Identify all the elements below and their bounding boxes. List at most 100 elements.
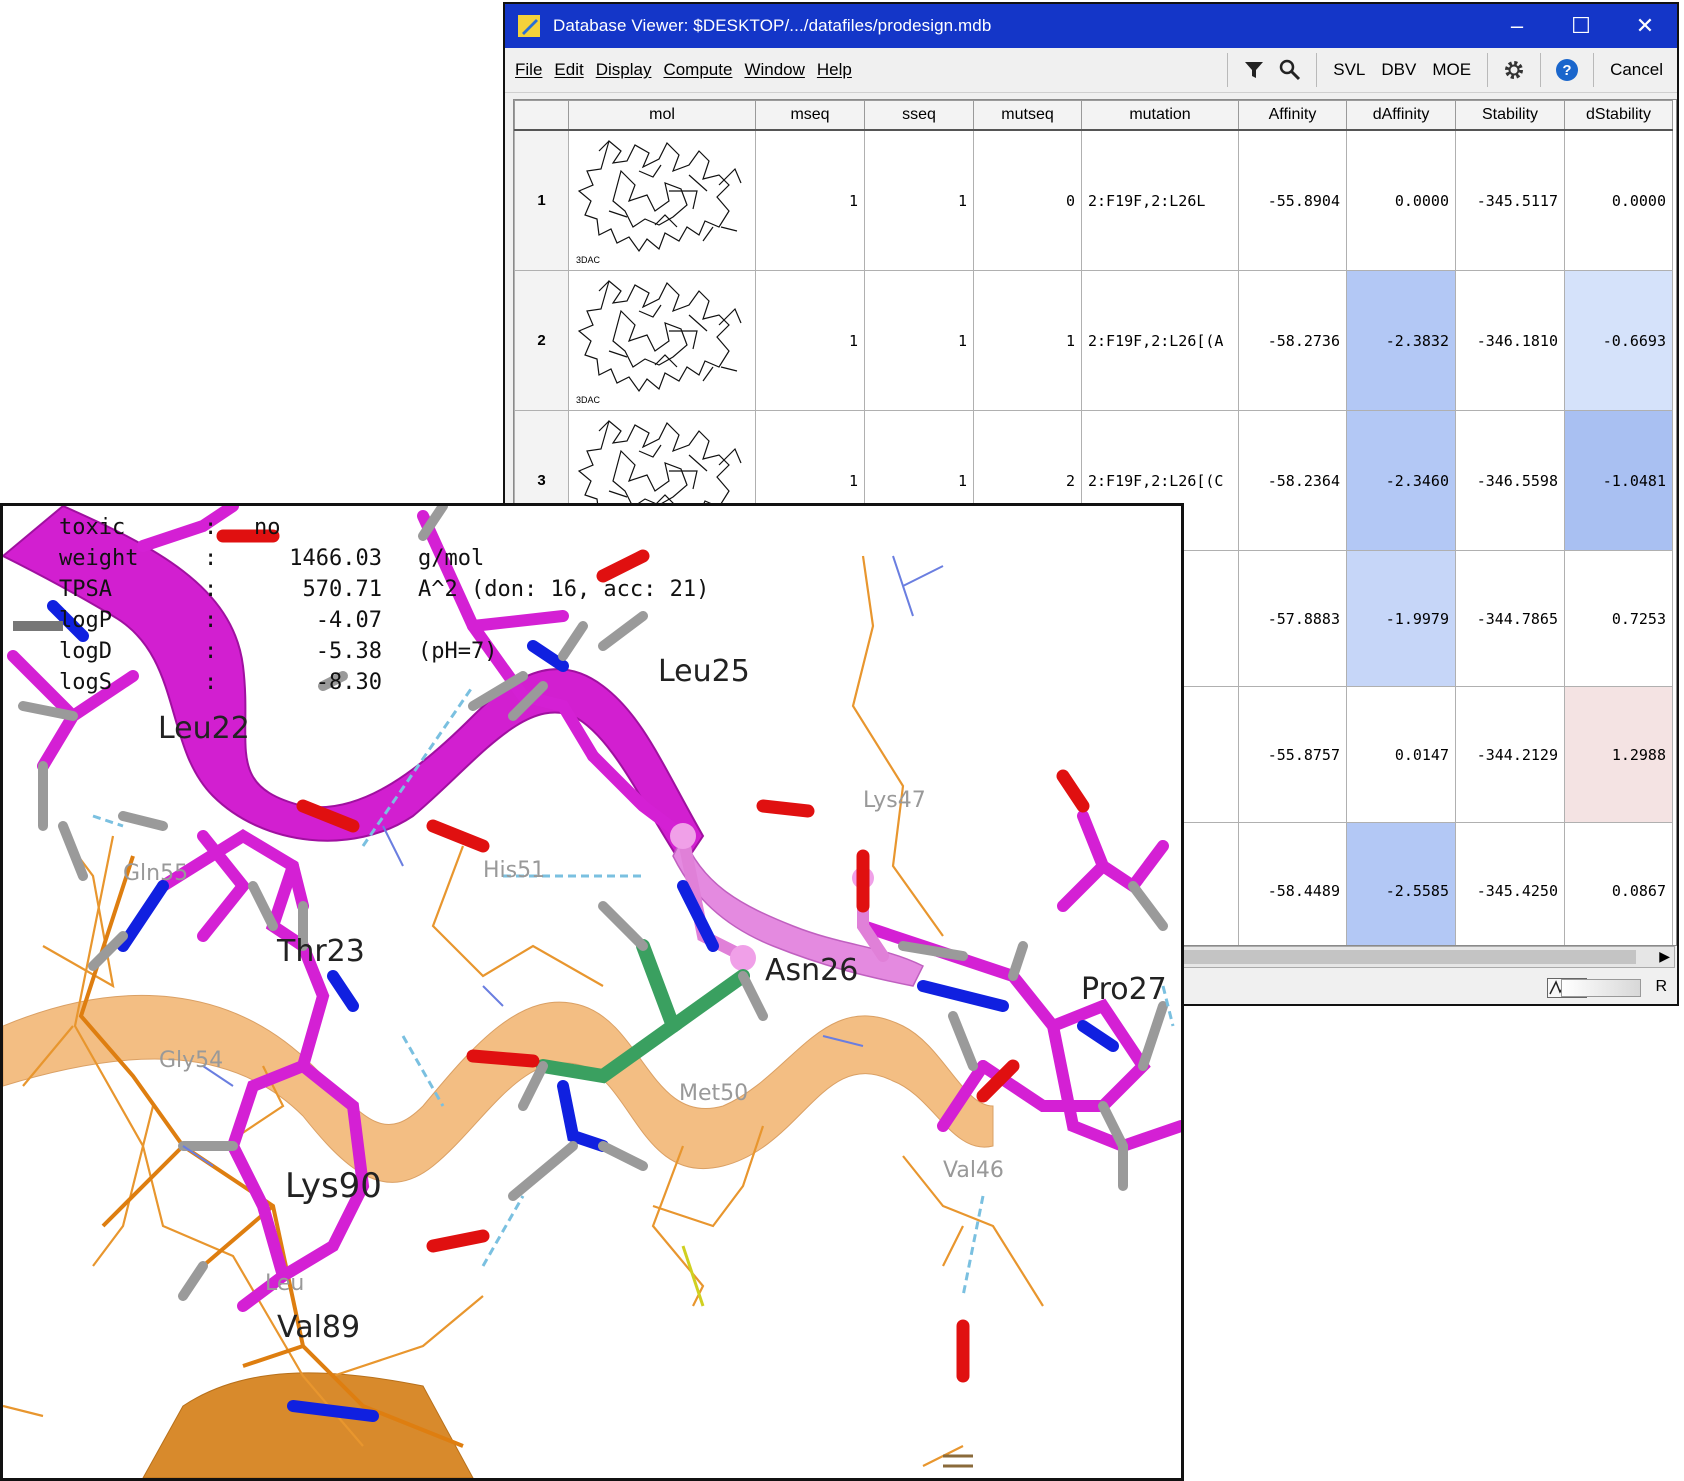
property-key: logP — [59, 608, 112, 633]
sulfur-stick — [681, 1245, 705, 1307]
cell-dstability[interactable]: -0.6693 — [1564, 270, 1673, 411]
column-header-mutseq[interactable]: mutseq — [973, 100, 1082, 131]
toolbar-separator — [1316, 53, 1318, 87]
property-unit: A^2 (don: 16, acc: 21) — [418, 577, 710, 602]
cell-mutseq[interactable]: 1 — [973, 270, 1082, 411]
cell-stability[interactable]: -344.2129 — [1455, 686, 1565, 823]
cell-affinity[interactable]: -57.8883 — [1238, 550, 1347, 687]
cell-dstability[interactable]: 1.2988 — [1564, 686, 1673, 823]
cell-stability[interactable]: -345.4250 — [1455, 822, 1565, 945]
property-row: logP: -4.07 — [59, 605, 709, 636]
property-key: toxic — [59, 515, 126, 540]
column-header-mutation[interactable]: mutation — [1081, 100, 1239, 131]
cell-dstability[interactable]: 0.0867 — [1564, 822, 1673, 945]
toolbar-separator — [1593, 53, 1595, 87]
cancel-button[interactable]: Cancel — [1610, 60, 1663, 80]
menu-window[interactable]: Window — [744, 60, 804, 80]
dbv-button[interactable]: DBV — [1381, 60, 1416, 80]
row-number[interactable]: 2 — [514, 270, 569, 411]
property-unit: (pH=7) — [418, 639, 498, 664]
cell-sseq[interactable]: 1 — [864, 270, 974, 411]
svl-button[interactable]: SVL — [1333, 60, 1365, 80]
property-row: TPSA: 570.71 A^2 (don: 16, acc: 21) — [59, 574, 709, 605]
help-icon[interactable]: ? — [1554, 57, 1580, 83]
search-icon[interactable] — [1277, 57, 1303, 83]
cell-mseq[interactable]: 1 — [755, 129, 865, 271]
property-key: logD — [59, 639, 112, 664]
maximize-button[interactable]: ☐ — [1549, 4, 1613, 48]
cell-daffinity[interactable]: -2.3832 — [1346, 270, 1456, 411]
mol-cell[interactable]: 3DAC — [568, 270, 756, 411]
cell-daffinity[interactable]: -2.5585 — [1346, 822, 1456, 945]
column-header-mol[interactable]: mol — [568, 100, 756, 131]
filter-icon[interactable] — [1241, 57, 1267, 83]
column-header-stability[interactable]: Stability — [1455, 100, 1565, 131]
column-header-affinity[interactable]: Affinity — [1238, 100, 1347, 131]
column-header-rownum[interactable] — [514, 100, 569, 131]
property-row: weight: 1466.03 g/mol — [59, 543, 709, 574]
cell-daffinity[interactable]: -1.9979 — [1346, 550, 1456, 687]
residue-label-lys90: Lys90 — [285, 1166, 382, 1206]
column-header-daffinity[interactable]: dAffinity — [1346, 100, 1456, 131]
svg-text:?: ? — [1562, 62, 1571, 79]
title-bar[interactable]: Database Viewer: $DESKTOP/.../datafiles/… — [505, 4, 1677, 48]
property-unit: g/mol — [418, 546, 485, 571]
column-header-mseq[interactable]: mseq — [755, 100, 865, 131]
cell-mseq[interactable]: 1 — [755, 270, 865, 411]
scroll-right-arrow-icon[interactable]: ▶ — [1659, 948, 1670, 965]
cell-daffinity[interactable]: -2.3460 — [1346, 410, 1456, 551]
row-number[interactable]: 1 — [514, 129, 569, 271]
menu-display[interactable]: Display — [596, 60, 652, 80]
bond-stub — [943, 1454, 973, 1468]
cell-stability[interactable]: -345.5117 — [1455, 129, 1565, 271]
residue-label-met50: Met50 — [679, 1081, 749, 1106]
menu-edit[interactable]: Edit — [554, 60, 583, 80]
property-row: logS: -8.30 — [59, 667, 709, 698]
cell-affinity[interactable]: -55.8757 — [1238, 686, 1347, 823]
cell-daffinity[interactable]: 0.0000 — [1346, 129, 1456, 271]
property-value: -5.38 — [315, 639, 382, 664]
property-key: TPSA — [59, 577, 112, 602]
residue-label-gly54: Gly54 — [159, 1048, 224, 1073]
cell-daffinity[interactable]: 0.0147 — [1346, 686, 1456, 823]
gear-icon[interactable] — [1501, 57, 1527, 83]
cell-dstability[interactable]: 0.7253 — [1564, 550, 1673, 687]
column-header-sseq[interactable]: sseq — [864, 100, 974, 131]
residue-label-leu22: Leu22 — [158, 711, 250, 746]
property-value: -8.30 — [315, 670, 382, 695]
residue-label-his51: His51 — [483, 858, 546, 883]
table-row[interactable]: 1 3DAC 1 1 0 2:F19F,2:L26L -55.8904 0.00… — [514, 129, 1673, 271]
cell-affinity[interactable]: -58.2736 — [1238, 270, 1347, 411]
molecular-3d-viewer[interactable]: toxic: no weight: 1466.03 g/mol TPSA: 570.71… — [0, 503, 1184, 1481]
cell-dstability[interactable]: 0.0000 — [1564, 129, 1673, 271]
cell-affinity[interactable]: -55.8904 — [1238, 129, 1347, 271]
cell-stability[interactable]: -344.7865 — [1455, 550, 1565, 687]
progress-indicator — [1561, 979, 1641, 997]
mol-cell[interactable]: 3DAC — [568, 129, 756, 271]
residue-label-val89: Val89 — [277, 1310, 361, 1345]
residue-label-thr23: Thr23 — [277, 934, 365, 969]
menu-help[interactable]: Help — [817, 60, 852, 80]
table-row[interactable]: 2 3DAC 1 1 1 2:F19F,2:L26[(A -58.2736 -2… — [514, 270, 1673, 411]
property-value: 570.71 — [302, 577, 382, 602]
cell-mutseq[interactable]: 0 — [973, 129, 1082, 271]
menu-compute[interactable]: Compute — [663, 60, 732, 80]
column-header-dstability[interactable]: dStability — [1564, 100, 1673, 131]
moe-button[interactable]: MOE — [1432, 60, 1471, 80]
cell-mutation[interactable]: 2:F19F,2:L26L — [1081, 129, 1239, 271]
cell-sseq[interactable]: 1 — [864, 129, 974, 271]
close-button[interactable]: ✕ — [1613, 4, 1677, 48]
cell-affinity[interactable]: -58.4489 — [1238, 822, 1347, 945]
cell-stability[interactable]: -346.1810 — [1455, 270, 1565, 411]
property-value: no — [254, 515, 281, 540]
cell-stability[interactable]: -346.5598 — [1455, 410, 1565, 551]
menu-file[interactable]: File — [515, 60, 542, 80]
residue-label-lys47: Lys47 — [863, 788, 926, 813]
cell-affinity[interactable]: -58.2364 — [1238, 410, 1347, 551]
minimize-button[interactable]: – — [1485, 4, 1549, 48]
property-colon: : — [204, 670, 218, 695]
cell-mutation[interactable]: 2:F19F,2:L26[(A — [1081, 270, 1239, 411]
mol-label: 3DAC — [576, 255, 601, 265]
property-row: toxic: no — [59, 512, 709, 543]
cell-dstability[interactable]: -1.0481 — [1564, 410, 1673, 551]
